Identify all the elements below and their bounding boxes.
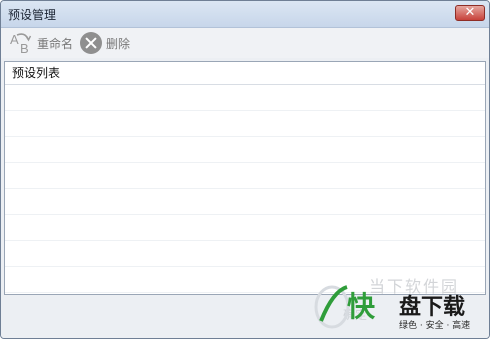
watermark: 当下软件园 确定 快 盘下载 绿色 · 安全 · 高速: [307, 269, 487, 335]
preset-list[interactable]: 预设列表: [4, 61, 486, 295]
list-row[interactable]: [5, 163, 485, 189]
watermark-logo-icon: [314, 285, 350, 329]
rename-label: 重命名: [37, 36, 74, 51]
watermark-fast: 快: [347, 290, 376, 323]
toolbar: A B 重命名 删除: [1, 28, 489, 58]
rename-button[interactable]: A B 重命名: [9, 31, 73, 55]
title-bar: 预设管理 ✕: [1, 1, 489, 28]
list-row[interactable]: [5, 189, 485, 215]
watermark-brand: 盘下载: [399, 295, 466, 320]
close-icon: ✕: [464, 5, 476, 20]
watermark-tagline: 绿色 · 安全 · 高速: [399, 321, 471, 331]
preset-manager-window: 预设管理 ✕ A B 重命名 删除 预设列表 当下软件园 确定 快 盘下载 绿色…: [0, 0, 490, 339]
list-row[interactable]: [5, 215, 485, 241]
delete-icon: [80, 32, 102, 54]
svg-text:B: B: [20, 41, 29, 55]
delete-label: 删除: [106, 36, 131, 51]
list-header: 预设列表: [5, 62, 485, 85]
list-row[interactable]: [5, 241, 485, 267]
window-title: 预设管理: [8, 8, 57, 22]
rename-icon: A B: [10, 32, 32, 55]
list-row[interactable]: [5, 137, 485, 163]
list-row[interactable]: [5, 111, 485, 137]
list-row[interactable]: [5, 85, 485, 111]
delete-button[interactable]: 删除: [80, 31, 130, 55]
close-button[interactable]: ✕: [455, 5, 485, 21]
